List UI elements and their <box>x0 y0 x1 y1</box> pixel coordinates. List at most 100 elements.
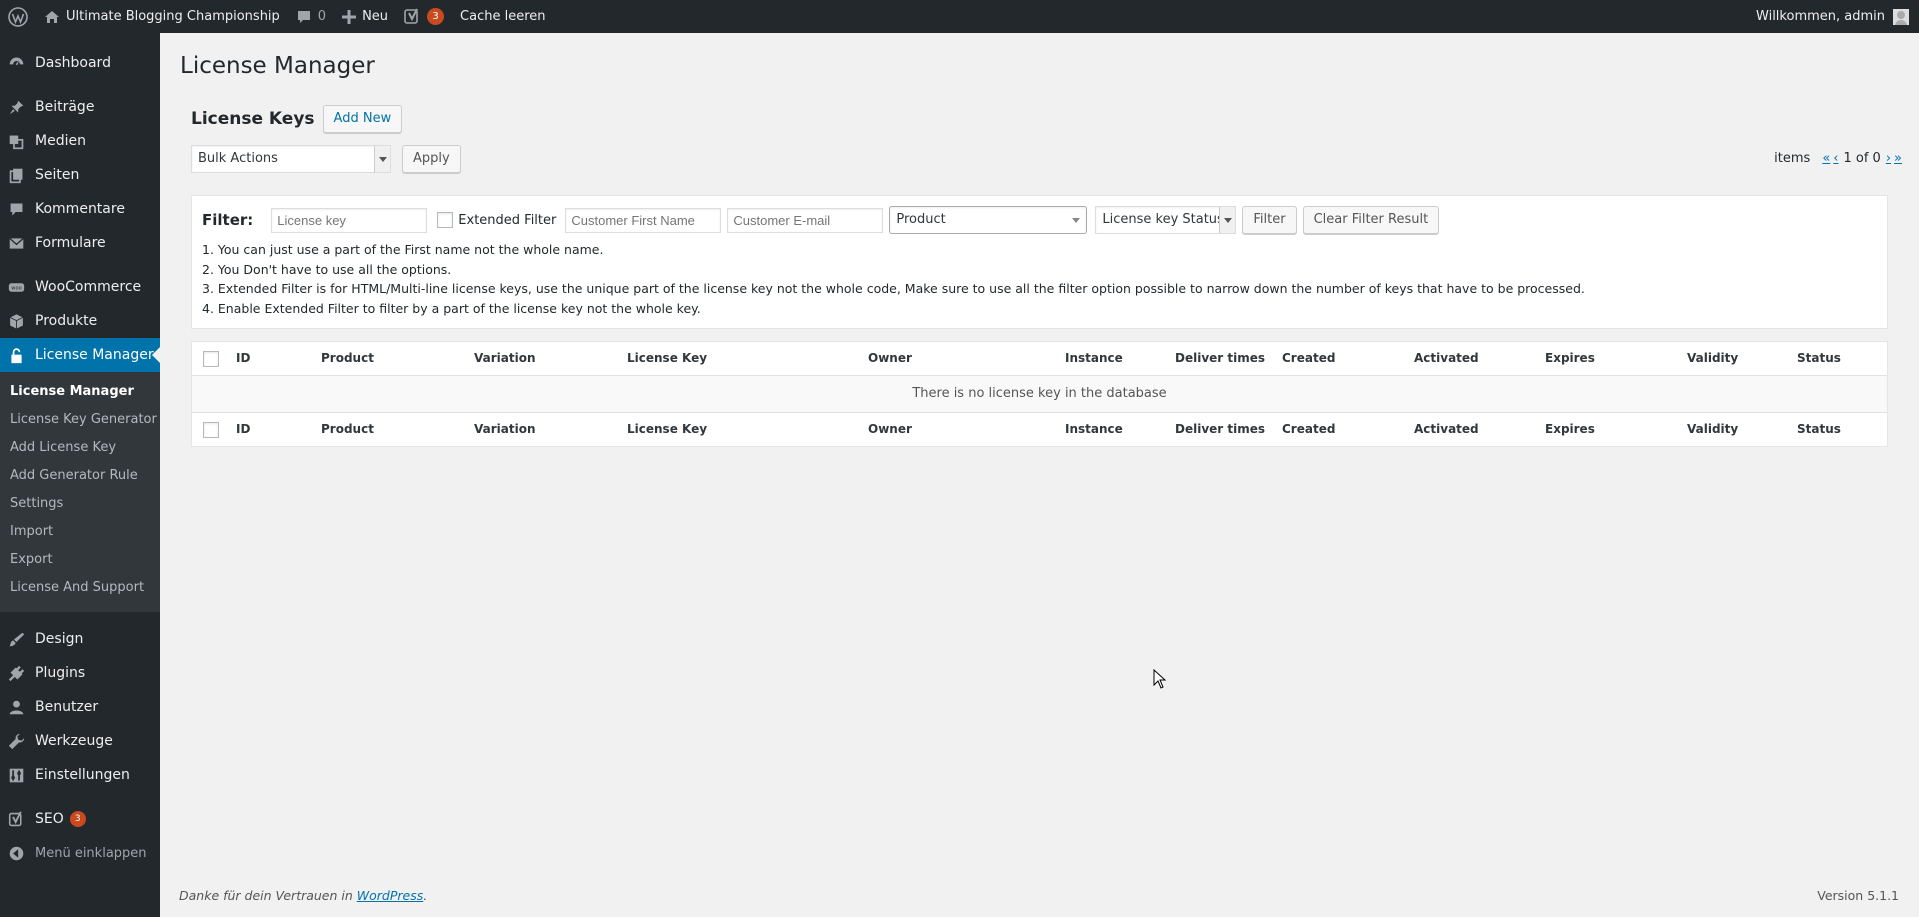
bulk-actions-select[interactable]: Bulk Actions <box>191 145 391 173</box>
menu-werkzeuge[interactable]: Werkzeuge <box>0 724 160 758</box>
menu-dashboard[interactable]: Dashboard <box>0 46 160 80</box>
clear-filter-button[interactable]: Clear Filter Result <box>1302 206 1440 234</box>
column-footer-owner[interactable]: Owner <box>868 413 912 446</box>
comments-link[interactable]: 0 <box>288 0 334 33</box>
column-footer-product[interactable]: Product <box>321 413 374 446</box>
box-icon <box>6 311 26 331</box>
column-footer-deliver-times[interactable]: Deliver times <box>1175 413 1265 446</box>
yoast-count-badge: 3 <box>427 8 445 25</box>
last-page-link[interactable]: » <box>1894 151 1902 166</box>
column-footer-id[interactable]: ID <box>236 413 250 446</box>
user-icon <box>6 697 26 717</box>
column-header-variation[interactable]: Variation <box>474 342 536 375</box>
svg-text:woo: woo <box>11 285 21 291</box>
seo-count-badge: 3 <box>69 811 86 827</box>
extended-filter-checkbox[interactable] <box>437 212 454 228</box>
menu-medien[interactable]: Medien <box>0 124 160 158</box>
mouse-cursor-icon <box>1153 668 1167 693</box>
column-header-id[interactable]: ID <box>236 342 250 375</box>
menu-license-manager[interactable]: License Manager <box>0 338 160 372</box>
next-page-link[interactable]: › <box>1886 151 1891 166</box>
column-header-expires[interactable]: Expires <box>1545 342 1595 375</box>
column-footer-expires[interactable]: Expires <box>1545 413 1595 446</box>
collapse-menu-button[interactable]: Menü einklappen <box>0 836 160 870</box>
menu-seiten[interactable]: Seiten <box>0 158 160 192</box>
menu-beitraege[interactable]: Beiträge <box>0 90 160 124</box>
select-all-checkbox[interactable] <box>203 350 219 367</box>
column-header-activated[interactable]: Activated <box>1414 342 1479 375</box>
submenu-license-manager[interactable]: License Manager <box>0 378 160 406</box>
tablenav-top: Bulk Actions Apply items « ‹ 1 of 0 › » <box>191 145 1902 173</box>
column-header-validity[interactable]: Validity <box>1687 342 1738 375</box>
add-new-button[interactable]: Add New <box>322 105 403 133</box>
product-select[interactable]: Product <box>889 206 1088 234</box>
column-header-license-key[interactable]: License Key <box>627 342 707 375</box>
new-content-link[interactable]: Neu <box>334 0 396 33</box>
version-text: Version 5.1.1 <box>1817 888 1899 903</box>
submenu-license-and-support[interactable]: License And Support <box>0 574 160 602</box>
select-all-checkbox-footer[interactable] <box>203 421 219 438</box>
customer-email-input[interactable] <box>727 207 884 233</box>
site-name-link[interactable]: Ultimate Blogging Championship <box>36 0 288 33</box>
chevron-down-icon <box>1219 207 1236 233</box>
column-footer-instance[interactable]: Instance <box>1065 413 1123 446</box>
column-header-deliver-times[interactable]: Deliver times <box>1175 342 1265 375</box>
apply-button[interactable]: Apply <box>402 145 461 173</box>
menu-kommentare[interactable]: Kommentare <box>0 192 160 226</box>
column-footer-variation[interactable]: Variation <box>474 413 536 446</box>
prev-page-link[interactable]: ‹ <box>1833 151 1838 166</box>
plus-icon <box>342 9 357 24</box>
menu-seo[interactable]: SEO 3 <box>0 802 160 836</box>
submenu-add-generator-rule[interactable]: Add Generator Rule <box>0 462 160 490</box>
settings-icon <box>6 765 26 785</box>
license-key-input[interactable] <box>271 207 428 233</box>
pagination: items « ‹ 1 of 0 › » <box>1774 150 1902 166</box>
account-menu[interactable]: Willkommen, admin <box>1748 0 1919 33</box>
menu-plugins[interactable]: Plugins <box>0 656 160 690</box>
wordpress-logo-icon[interactable] <box>0 0 36 33</box>
submenu-add-license-key[interactable]: Add License Key <box>0 434 160 462</box>
yoast-menu[interactable]: 3 <box>396 0 452 33</box>
column-header-status[interactable]: Status <box>1797 342 1841 375</box>
filter-notes: 1. You can just use a part of the First … <box>202 240 1877 318</box>
menu-produkte[interactable]: Produkte <box>0 304 160 338</box>
chevron-down-icon <box>374 146 390 172</box>
filter-note: 3. Extended Filter is for HTML/Multi-lin… <box>202 281 1585 296</box>
main-content: License Manager License Keys Add New Bul… <box>180 33 1902 447</box>
menu-formulare[interactable]: Formulare <box>0 226 160 260</box>
comment-icon <box>6 199 26 219</box>
column-footer-created[interactable]: Created <box>1282 413 1335 446</box>
filter-note: 2. You Don't have to use all the options… <box>202 261 452 277</box>
column-footer-license-key[interactable]: License Key <box>627 413 707 446</box>
column-header-instance[interactable]: Instance <box>1065 342 1123 375</box>
column-footer-status[interactable]: Status <box>1797 413 1841 446</box>
column-header-created[interactable]: Created <box>1282 342 1335 375</box>
extended-filter-label: Extended Filter <box>458 212 557 228</box>
menu-einstellungen[interactable]: Einstellungen <box>0 758 160 792</box>
license-key-status-select[interactable]: License key Status <box>1095 206 1237 234</box>
menu-design[interactable]: Design <box>0 622 160 656</box>
column-footer-activated[interactable]: Activated <box>1414 413 1479 446</box>
column-footer-validity[interactable]: Validity <box>1687 413 1738 446</box>
mail-icon <box>6 233 26 253</box>
column-header-product[interactable]: Product <box>321 342 374 375</box>
empty-table-message: There is no license key in the database <box>192 375 1887 413</box>
menu-benutzer[interactable]: Benutzer <box>0 690 160 724</box>
first-page-link[interactable]: « <box>1822 151 1830 166</box>
column-header-owner[interactable]: Owner <box>868 342 912 375</box>
menu-woocommerce[interactable]: woo WooCommerce <box>0 270 160 304</box>
woo-icon: woo <box>6 277 26 297</box>
pin-icon <box>6 97 26 117</box>
submenu-export[interactable]: Export <box>0 546 160 574</box>
filter-panel: Filter: Extended Filter Product License … <box>191 195 1888 329</box>
admin-footer: Danke für dein Vertrauen in WordPress. V… <box>179 888 1899 903</box>
wordpress-link[interactable]: WordPress <box>357 888 423 903</box>
submenu-import[interactable]: Import <box>0 518 160 546</box>
cache-clear-link[interactable]: Cache leeren <box>452 0 553 33</box>
submenu-license-key-generator[interactable]: License Key Generator <box>0 406 160 434</box>
section-header: License Keys Add New <box>191 105 1900 133</box>
table-header-row: ID Product Variation License Key Owner I… <box>192 342 1887 375</box>
submenu-settings[interactable]: Settings <box>0 490 160 518</box>
filter-button[interactable]: Filter <box>1242 206 1297 234</box>
customer-first-name-input[interactable] <box>565 207 722 233</box>
